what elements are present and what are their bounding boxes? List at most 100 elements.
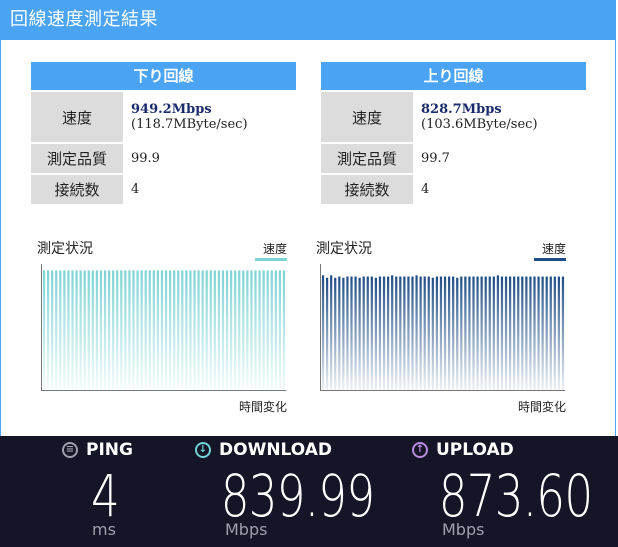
upload-quality-value: 99.7 [421, 151, 450, 166]
chart-bar [374, 277, 378, 390]
chart-bar [132, 270, 135, 390]
chart-bar [354, 276, 357, 390]
upload-chart: 測定状況 速度 時間変化 [316, 238, 566, 418]
upload-panel: 上り回線 速度 828.7Mbps (103.6MByte/sec) 測定品質 … [321, 62, 586, 204]
chart-bar [350, 276, 353, 390]
chart-bar [266, 270, 269, 390]
chart-bar [103, 270, 107, 390]
chart-bar [521, 276, 524, 390]
chart-bar [282, 270, 286, 390]
chart-bar [173, 270, 176, 390]
chart-bar [456, 277, 459, 390]
upload-connections-label: 接続数 [321, 175, 413, 204]
chart-bar [431, 277, 434, 390]
download-chart: 測定状況 速度 時間変化 [37, 238, 287, 418]
download-quality-value: 99.9 [131, 151, 160, 166]
chart-bar [321, 275, 325, 390]
chart-bar [79, 270, 82, 390]
chart-bar [415, 275, 418, 390]
chart-bar [480, 276, 483, 390]
chart-bar [217, 270, 221, 390]
chart-bar [537, 276, 540, 390]
chart-bar [181, 270, 184, 390]
download-label: DOWNLOAD [219, 440, 333, 460]
chart-bar [468, 276, 471, 390]
chart-bar [533, 276, 536, 390]
download-connections-row: 接続数 4 [31, 175, 296, 204]
chart-bar [168, 270, 172, 390]
download-speed-value: 949.2Mbps [131, 102, 212, 117]
chart-bar [213, 270, 216, 390]
ping-label: PING [86, 440, 133, 460]
chart-bar [156, 270, 160, 390]
chart-bar [452, 276, 455, 390]
chart-bar [366, 276, 369, 390]
chart-bar [270, 270, 273, 390]
chart-bar [75, 270, 78, 390]
chart-bar [116, 270, 119, 390]
chart-bar [330, 275, 333, 390]
page-title: 回線速度測定結果 [0, 0, 616, 40]
chart-bar [553, 276, 556, 390]
download-quality-label: 測定品質 [31, 144, 123, 173]
chart-bar [185, 270, 188, 390]
chart-bar [370, 276, 373, 390]
chart-bar [246, 270, 249, 390]
chart-bar [59, 270, 62, 390]
chart-bar [193, 270, 196, 390]
chart-bar [197, 270, 200, 390]
chart-bar [67, 270, 70, 390]
chart-bar [124, 270, 127, 390]
chart-bar [443, 276, 447, 390]
chart-bar [508, 276, 512, 390]
upload-connections-value: 4 [421, 182, 430, 197]
chart-bar [189, 270, 192, 390]
chart-bar [476, 276, 479, 390]
upload-panel-title: 上り回線 [321, 62, 586, 90]
chart-bar [500, 276, 504, 390]
chart-bar [513, 276, 516, 390]
chart-bar [403, 276, 406, 390]
download-speed-bytes: (118.7MByte/sec) [131, 117, 248, 132]
upload-arrow-icon: ↑ [412, 442, 428, 458]
chart-bar [504, 276, 508, 390]
chart-bar [205, 270, 208, 390]
chart-bar [488, 276, 491, 390]
chart-bar [152, 270, 155, 390]
chart-bar [164, 270, 168, 390]
chart-bar [55, 270, 58, 390]
ping-icon: ≡ [62, 442, 78, 458]
chart-bar [148, 270, 151, 390]
chart-bar [71, 270, 74, 390]
chart-bar [63, 270, 66, 390]
chart-bar [460, 276, 463, 390]
download-connections-value: 4 [131, 182, 140, 197]
chart-bar [274, 270, 277, 390]
chart-bar [545, 276, 548, 390]
upload-speed-row: 速度 828.7Mbps (103.6MByte/sec) [321, 92, 586, 142]
chart-bar [439, 276, 443, 390]
chart-bar [411, 276, 414, 390]
chart-bar [472, 276, 475, 390]
download-legend-swatch [255, 258, 287, 261]
upload-speed-label: 速度 [321, 92, 413, 142]
chart-bar [541, 276, 544, 390]
chart-bar [42, 270, 46, 390]
download-chart-plot [41, 264, 286, 391]
chart-bar [557, 276, 561, 390]
chart-bar [427, 276, 430, 390]
download-panel: 下り回線 速度 949.2Mbps (118.7MByte/sec) 測定品質 … [31, 62, 296, 204]
chart-bar [464, 276, 467, 390]
chart-bar [423, 276, 426, 390]
chart-bar [201, 270, 204, 390]
chart-bar [362, 276, 365, 390]
chart-bar [83, 270, 86, 390]
chart-bar [435, 276, 439, 390]
upload-legend-swatch [534, 258, 566, 261]
upload-chart-plot [320, 264, 565, 391]
chart-bar [250, 270, 253, 390]
chart-bar [262, 270, 265, 390]
speedtest-results-bar: ≡ PING 4 ms ↓ DOWNLOAD 839.99 Mbps ↑ UPL… [0, 436, 618, 547]
chart-bar [177, 270, 180, 390]
chart-bar [254, 270, 257, 390]
